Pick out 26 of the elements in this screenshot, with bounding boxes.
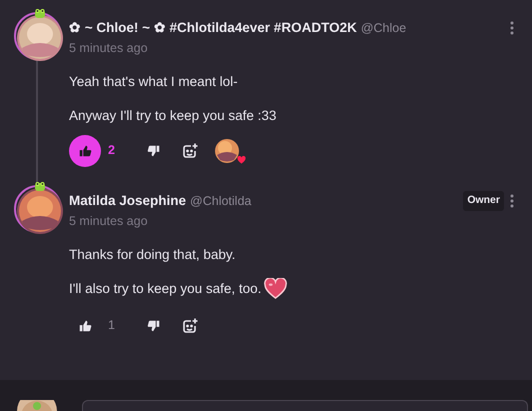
more-icon[interactable] <box>510 21 514 35</box>
dislike-icon[interactable] <box>147 144 161 158</box>
more-icon[interactable] <box>510 194 514 208</box>
like-count: 2 <box>108 142 116 160</box>
timestamp: 5 minutes ago <box>69 40 148 57</box>
user-handle: @Chlotilda <box>190 192 252 210</box>
thumbs-up-icon <box>78 144 92 158</box>
author-name: ✿ ~ Chloe! ~ ✿ #Chlotilda4ever #ROADTO2K <box>69 18 357 37</box>
dislike-icon[interactable] <box>147 318 161 333</box>
frog-icon <box>34 181 46 191</box>
comment-text: I'll also try to keep you safe, too. <box>69 280 262 298</box>
thumbs-up-icon <box>78 318 92 333</box>
heart-icon <box>237 156 246 164</box>
comment-text: Anyway I'll try to keep you safe :33 <box>69 106 276 125</box>
comment-text: Thanks for doing that, baby. <box>69 246 236 264</box>
comment-text: Yeah that's what I meant lol- <box>69 72 238 91</box>
owner-badge: Owner <box>463 191 504 211</box>
add-reaction-icon[interactable] <box>182 142 198 159</box>
frog-icon <box>34 8 46 18</box>
add-reaction-icon[interactable] <box>182 318 198 334</box>
like-count: 1 <box>108 317 116 334</box>
like-button[interactable] <box>69 134 101 167</box>
user-handle: @Chloe <box>360 20 406 37</box>
author-name: Matilda Josephine <box>69 192 186 210</box>
timestamp: 5 minutes ago <box>69 213 148 230</box>
heart-icon <box>264 278 288 300</box>
